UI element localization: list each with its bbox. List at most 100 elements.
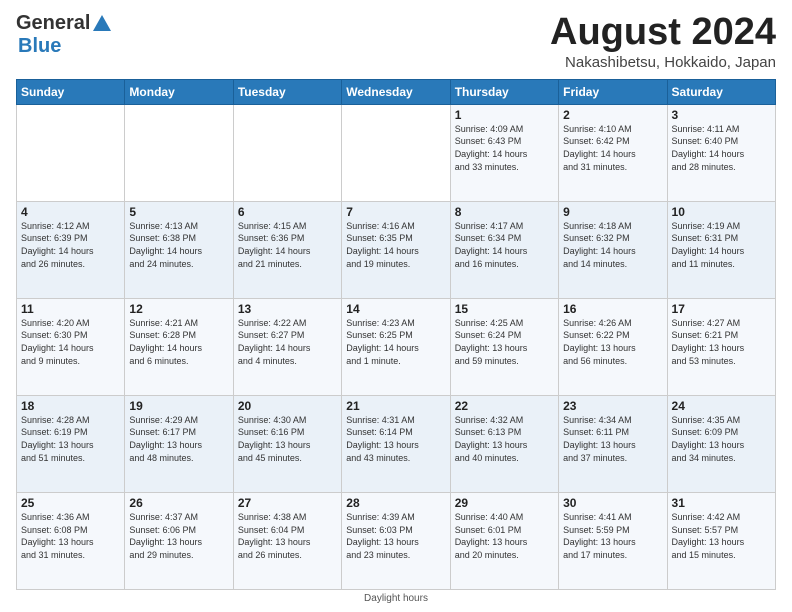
day-number: 30	[563, 496, 662, 510]
footer-note: Daylight hours	[16, 593, 776, 604]
day-number: 24	[672, 399, 771, 413]
page-subtitle: Nakashibetsu, Hokkaido, Japan	[550, 54, 776, 71]
calendar-cell: 25Sunrise: 4:36 AM Sunset: 6:08 PM Dayli…	[17, 492, 125, 589]
day-number: 6	[238, 205, 337, 219]
day-number: 2	[563, 108, 662, 122]
day-number: 11	[21, 302, 120, 316]
daylight-hours-label: Daylight hours	[364, 593, 428, 604]
day-number: 13	[238, 302, 337, 316]
day-info: Sunrise: 4:10 AM Sunset: 6:42 PM Dayligh…	[563, 123, 662, 173]
calendar-cell: 6Sunrise: 4:15 AM Sunset: 6:36 PM Daylig…	[233, 201, 341, 298]
day-info: Sunrise: 4:36 AM Sunset: 6:08 PM Dayligh…	[21, 511, 120, 561]
calendar-cell: 28Sunrise: 4:39 AM Sunset: 6:03 PM Dayli…	[342, 492, 450, 589]
calendar-cell: 8Sunrise: 4:17 AM Sunset: 6:34 PM Daylig…	[450, 201, 558, 298]
calendar-cell: 19Sunrise: 4:29 AM Sunset: 6:17 PM Dayli…	[125, 395, 233, 492]
day-info: Sunrise: 4:37 AM Sunset: 6:06 PM Dayligh…	[129, 511, 228, 561]
page: General Blue August 2024 Nakashibetsu, H…	[0, 0, 792, 612]
day-number: 25	[21, 496, 120, 510]
day-number: 29	[455, 496, 554, 510]
day-info: Sunrise: 4:38 AM Sunset: 6:04 PM Dayligh…	[238, 511, 337, 561]
calendar-cell: 3Sunrise: 4:11 AM Sunset: 6:40 PM Daylig…	[667, 104, 775, 201]
calendar-cell: 12Sunrise: 4:21 AM Sunset: 6:28 PM Dayli…	[125, 298, 233, 395]
day-info: Sunrise: 4:30 AM Sunset: 6:16 PM Dayligh…	[238, 414, 337, 464]
day-number: 10	[672, 205, 771, 219]
day-info: Sunrise: 4:19 AM Sunset: 6:31 PM Dayligh…	[672, 220, 771, 270]
calendar-cell: 10Sunrise: 4:19 AM Sunset: 6:31 PM Dayli…	[667, 201, 775, 298]
calendar-week-3: 11Sunrise: 4:20 AM Sunset: 6:30 PM Dayli…	[17, 298, 776, 395]
calendar-cell: 5Sunrise: 4:13 AM Sunset: 6:38 PM Daylig…	[125, 201, 233, 298]
calendar-cell: 11Sunrise: 4:20 AM Sunset: 6:30 PM Dayli…	[17, 298, 125, 395]
calendar-cell: 15Sunrise: 4:25 AM Sunset: 6:24 PM Dayli…	[450, 298, 558, 395]
day-number: 12	[129, 302, 228, 316]
logo-blue: Blue	[18, 35, 61, 57]
day-info: Sunrise: 4:25 AM Sunset: 6:24 PM Dayligh…	[455, 317, 554, 367]
day-info: Sunrise: 4:13 AM Sunset: 6:38 PM Dayligh…	[129, 220, 228, 270]
calendar-cell: 27Sunrise: 4:38 AM Sunset: 6:04 PM Dayli…	[233, 492, 341, 589]
day-number: 15	[455, 302, 554, 316]
day-number: 1	[455, 108, 554, 122]
logo-flag-icon	[91, 13, 113, 35]
calendar-cell	[342, 104, 450, 201]
calendar-cell: 22Sunrise: 4:32 AM Sunset: 6:13 PM Dayli…	[450, 395, 558, 492]
calendar-week-1: 1Sunrise: 4:09 AM Sunset: 6:43 PM Daylig…	[17, 104, 776, 201]
col-header-wednesday: Wednesday	[342, 79, 450, 104]
calendar-cell: 9Sunrise: 4:18 AM Sunset: 6:32 PM Daylig…	[559, 201, 667, 298]
logo: General Blue	[16, 12, 114, 58]
col-header-tuesday: Tuesday	[233, 79, 341, 104]
header: General Blue August 2024 Nakashibetsu, H…	[16, 12, 776, 71]
day-number: 31	[672, 496, 771, 510]
calendar-cell: 2Sunrise: 4:10 AM Sunset: 6:42 PM Daylig…	[559, 104, 667, 201]
day-info: Sunrise: 4:35 AM Sunset: 6:09 PM Dayligh…	[672, 414, 771, 464]
day-number: 7	[346, 205, 445, 219]
calendar-cell: 7Sunrise: 4:16 AM Sunset: 6:35 PM Daylig…	[342, 201, 450, 298]
calendar-header: SundayMondayTuesdayWednesdayThursdayFrid…	[17, 79, 776, 104]
day-info: Sunrise: 4:11 AM Sunset: 6:40 PM Dayligh…	[672, 123, 771, 173]
calendar-cell	[233, 104, 341, 201]
page-title: August 2024	[550, 12, 776, 54]
day-info: Sunrise: 4:17 AM Sunset: 6:34 PM Dayligh…	[455, 220, 554, 270]
calendar-week-4: 18Sunrise: 4:28 AM Sunset: 6:19 PM Dayli…	[17, 395, 776, 492]
day-number: 16	[563, 302, 662, 316]
day-info: Sunrise: 4:26 AM Sunset: 6:22 PM Dayligh…	[563, 317, 662, 367]
day-number: 20	[238, 399, 337, 413]
calendar-cell: 13Sunrise: 4:22 AM Sunset: 6:27 PM Dayli…	[233, 298, 341, 395]
calendar-cell: 24Sunrise: 4:35 AM Sunset: 6:09 PM Dayli…	[667, 395, 775, 492]
col-header-monday: Monday	[125, 79, 233, 104]
calendar-cell: 14Sunrise: 4:23 AM Sunset: 6:25 PM Dayli…	[342, 298, 450, 395]
day-number: 5	[129, 205, 228, 219]
day-number: 22	[455, 399, 554, 413]
day-number: 26	[129, 496, 228, 510]
day-number: 23	[563, 399, 662, 413]
day-info: Sunrise: 4:40 AM Sunset: 6:01 PM Dayligh…	[455, 511, 554, 561]
calendar-cell: 31Sunrise: 4:42 AM Sunset: 5:57 PM Dayli…	[667, 492, 775, 589]
col-header-friday: Friday	[559, 79, 667, 104]
col-header-saturday: Saturday	[667, 79, 775, 104]
day-info: Sunrise: 4:21 AM Sunset: 6:28 PM Dayligh…	[129, 317, 228, 367]
calendar-cell: 16Sunrise: 4:26 AM Sunset: 6:22 PM Dayli…	[559, 298, 667, 395]
col-header-sunday: Sunday	[17, 79, 125, 104]
day-number: 14	[346, 302, 445, 316]
logo-name: General	[16, 12, 114, 35]
title-block: August 2024 Nakashibetsu, Hokkaido, Japa…	[550, 12, 776, 71]
day-info: Sunrise: 4:39 AM Sunset: 6:03 PM Dayligh…	[346, 511, 445, 561]
day-info: Sunrise: 4:29 AM Sunset: 6:17 PM Dayligh…	[129, 414, 228, 464]
day-info: Sunrise: 4:22 AM Sunset: 6:27 PM Dayligh…	[238, 317, 337, 367]
calendar-cell: 1Sunrise: 4:09 AM Sunset: 6:43 PM Daylig…	[450, 104, 558, 201]
day-info: Sunrise: 4:42 AM Sunset: 5:57 PM Dayligh…	[672, 511, 771, 561]
day-info: Sunrise: 4:34 AM Sunset: 6:11 PM Dayligh…	[563, 414, 662, 464]
day-info: Sunrise: 4:41 AM Sunset: 5:59 PM Dayligh…	[563, 511, 662, 561]
day-info: Sunrise: 4:15 AM Sunset: 6:36 PM Dayligh…	[238, 220, 337, 270]
day-info: Sunrise: 4:12 AM Sunset: 6:39 PM Dayligh…	[21, 220, 120, 270]
calendar-cell: 30Sunrise: 4:41 AM Sunset: 5:59 PM Dayli…	[559, 492, 667, 589]
day-info: Sunrise: 4:20 AM Sunset: 6:30 PM Dayligh…	[21, 317, 120, 367]
day-number: 3	[672, 108, 771, 122]
day-info: Sunrise: 4:09 AM Sunset: 6:43 PM Dayligh…	[455, 123, 554, 173]
day-number: 9	[563, 205, 662, 219]
calendar-body: 1Sunrise: 4:09 AM Sunset: 6:43 PM Daylig…	[17, 104, 776, 589]
day-info: Sunrise: 4:31 AM Sunset: 6:14 PM Dayligh…	[346, 414, 445, 464]
day-number: 4	[21, 205, 120, 219]
calendar-cell	[17, 104, 125, 201]
day-number: 8	[455, 205, 554, 219]
day-number: 21	[346, 399, 445, 413]
day-number: 19	[129, 399, 228, 413]
